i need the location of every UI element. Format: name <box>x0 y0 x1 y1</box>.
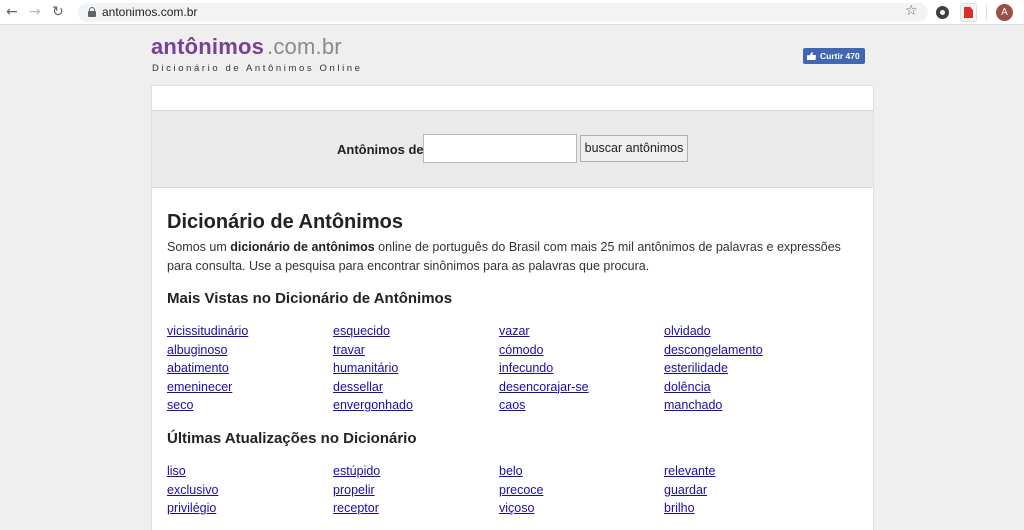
latest-word-link[interactable]: propelir <box>333 483 375 498</box>
bookmark-star-icon[interactable]: ☆ <box>905 3 918 19</box>
facebook-like-button[interactable]: Curtir 470 <box>803 48 865 64</box>
most-viewed-word-link[interactable]: desencorajar-se <box>499 380 589 395</box>
site-tagline: Dicionário de Antônimos Online <box>152 63 363 74</box>
forward-arrow-icon[interactable]: → <box>29 4 41 20</box>
latest-word-link[interactable]: belo <box>499 464 523 479</box>
most-viewed-word-link[interactable]: vazar <box>499 324 530 339</box>
most-viewed-title: Mais Vistas no Dicionário de Antônimos <box>167 290 453 307</box>
search-area: Antônimos de buscar antônimos <box>152 110 873 188</box>
back-arrow-icon[interactable]: ← <box>6 4 18 20</box>
latest-word-link[interactable]: estúpido <box>333 464 380 479</box>
intro-text-bold: dicionário de antônimos <box>230 240 375 254</box>
search-input[interactable] <box>423 134 577 163</box>
address-url[interactable]: antonimos.com.br <box>102 5 197 20</box>
most-viewed-word-link[interactable]: seco <box>167 398 193 413</box>
most-viewed-word-link[interactable]: dessellar <box>333 380 383 395</box>
logo-name[interactable]: antônimos <box>151 34 264 59</box>
browser-toolbar: ← → ↻ antonimos.com.br ☆ A <box>0 0 1024 25</box>
most-viewed-word-link[interactable]: infecundo <box>499 361 553 376</box>
most-viewed-word-link[interactable]: olvidado <box>664 324 711 339</box>
intro-text-start: Somos um <box>167 240 231 254</box>
most-viewed-word-link[interactable]: emeninecer <box>167 380 232 395</box>
latest-word-link[interactable]: viçoso <box>499 501 534 516</box>
latest-word-link[interactable]: exclusivo <box>167 483 218 498</box>
latest-word-link[interactable]: brilho <box>664 501 695 516</box>
most-viewed-word-link[interactable]: vicissitudinário <box>167 324 248 339</box>
latest-word-link[interactable]: relevante <box>664 464 715 479</box>
search-label: Antônimos de <box>337 142 424 157</box>
latest-word-link[interactable]: precoce <box>499 483 543 498</box>
most-viewed-word-link[interactable]: caos <box>499 398 525 413</box>
thumbs-up-icon <box>807 52 816 60</box>
reload-icon[interactable]: ↻ <box>52 4 64 20</box>
search-button[interactable]: buscar antônimos <box>580 135 688 162</box>
profile-avatar[interactable]: A <box>996 4 1013 21</box>
most-viewed-word-link[interactable]: esterilidade <box>664 361 728 376</box>
most-viewed-word-link[interactable]: cómodo <box>499 343 543 358</box>
page-title: Dicionário de Antônimos <box>167 211 403 233</box>
latest-word-link[interactable]: guardar <box>664 483 707 498</box>
lock-icon <box>88 7 96 17</box>
intro-paragraph: Somos um dicionário de antônimos online … <box>167 238 847 276</box>
most-viewed-word-link[interactable]: abatimento <box>167 361 229 376</box>
extension-icon[interactable] <box>936 6 949 19</box>
logo-domain[interactable]: .com.br <box>267 34 342 59</box>
address-bar[interactable]: antonimos.com.br <box>78 3 928 22</box>
like-label: Curtir 470 <box>820 51 860 61</box>
most-viewed-word-link[interactable]: descongelamento <box>664 343 763 358</box>
pdf-extension-icon[interactable] <box>960 3 977 22</box>
most-viewed-word-link[interactable]: envergonhado <box>333 398 413 413</box>
most-viewed-word-link[interactable]: travar <box>333 343 365 358</box>
toolbar-divider <box>986 5 987 20</box>
most-viewed-word-link[interactable]: manchado <box>664 398 722 413</box>
latest-updates-title: Últimas Atualizações no Dicionário <box>167 430 417 447</box>
latest-word-link[interactable]: receptor <box>333 501 379 516</box>
most-viewed-word-link[interactable]: humanitário <box>333 361 398 376</box>
most-viewed-word-link[interactable]: albuginoso <box>167 343 227 358</box>
most-viewed-word-link[interactable]: esquecido <box>333 324 390 339</box>
most-viewed-word-link[interactable]: dolência <box>664 380 711 395</box>
latest-word-link[interactable]: privilégio <box>167 501 216 516</box>
latest-word-link[interactable]: liso <box>167 464 186 479</box>
site-logo[interactable]: antônimos .com.br <box>151 34 342 60</box>
content-card: Antônimos de buscar antônimos Dicionário… <box>151 85 874 530</box>
